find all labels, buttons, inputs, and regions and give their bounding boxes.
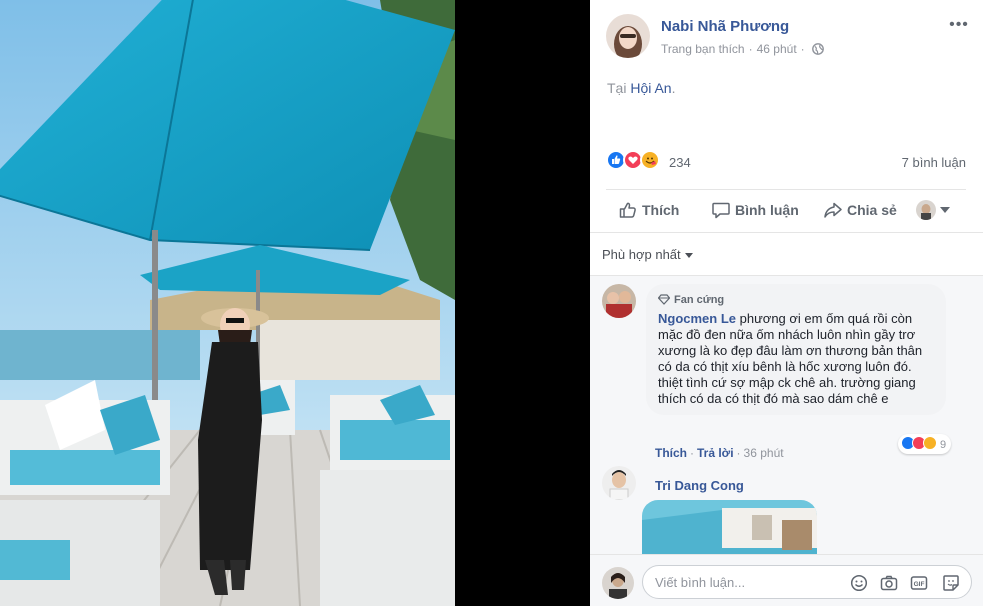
action-separator-2: · [736, 446, 741, 460]
like-label: Thích [642, 202, 680, 218]
post-header: Nabi Nhã Phương Trang bạn thích · 46 phút ·… [606, 14, 971, 62]
comment-photo[interactable] [642, 500, 817, 554]
like-button[interactable]: Thích [618, 200, 679, 220]
post-meta: Trang bạn thích · 46 phút · [661, 42, 824, 56]
comment-label: Bình luận [735, 202, 799, 218]
comment-reactions[interactable]: 9 [898, 434, 952, 454]
globe-icon [811, 43, 824, 55]
share-icon [824, 202, 842, 218]
post-text-suffix: . [671, 80, 676, 96]
meta-separator-2: · [800, 42, 805, 56]
comment-actions: Thích · Trả lời · 36 phút [655, 446, 784, 460]
chevron-down-icon [684, 253, 693, 259]
comment-item: Fan cứng Ngocmen Le phương ơi em ốm quá … [602, 284, 972, 464]
comment-like-link[interactable]: Thích [655, 446, 687, 460]
chevron-down-icon [940, 207, 950, 213]
post-text-prefix: Tại [607, 80, 631, 96]
camera-icon[interactable] [880, 574, 898, 592]
emoji-icon[interactable] [850, 574, 868, 592]
viewer-avatar [916, 200, 936, 220]
photo-divider [455, 0, 590, 606]
comment-count[interactable]: 7 bình luận [902, 155, 966, 170]
audience-label[interactable]: Trang bạn thích [661, 42, 745, 56]
author-avatar[interactable] [606, 14, 650, 58]
share-button[interactable]: Chia sẻ [823, 200, 897, 220]
commenter-name[interactable]: Ngocmen Le [658, 311, 736, 326]
commenter-avatar[interactable] [602, 466, 636, 500]
comment-icon [712, 202, 730, 219]
comment-item: Tri Dang Cong [602, 466, 972, 554]
commenter-name[interactable]: Tri Dang Cong [655, 478, 744, 493]
viewer-avatar [602, 567, 634, 599]
comment-reply-link[interactable]: Trả lời [697, 446, 734, 460]
meta-separator: · [748, 42, 753, 56]
comment-button[interactable]: Bình luận [711, 200, 799, 220]
top-fan-badge: Fan cứng [657, 292, 934, 308]
comment-composer: GIF [590, 554, 983, 606]
sort-label: Phù hợp nhất [602, 247, 681, 262]
badge-label: Fan cứng [674, 294, 725, 306]
diamond-icon [657, 294, 671, 305]
comment-reaction-count: 9 [940, 439, 947, 451]
share-audience-selector[interactable] [916, 200, 950, 220]
beach-cafe-photo [0, 0, 455, 606]
author-name[interactable]: Nabi Nhã Phương [661, 18, 789, 35]
post-text: Tại Hội An. [607, 80, 675, 96]
post-panel: Nabi Nhã Phương Trang bạn thích · 46 phút ·… [590, 0, 983, 606]
post-time[interactable]: 46 phút [757, 42, 797, 56]
more-options-button[interactable]: ••• [947, 16, 971, 40]
svg-text:GIF: GIF [914, 581, 925, 588]
reactions-summary: 234 7 bình luận [606, 150, 966, 174]
comment-bubble: Fan cứng Ngocmen Le phương ơi em ốm quá … [646, 284, 946, 415]
location-link[interactable]: Hội An [630, 80, 671, 96]
comment-sort-bar: Phù hợp nhất [590, 232, 983, 276]
comment-time[interactable]: 36 phút [744, 446, 784, 460]
action-bar: Thích Bình luận Chia sẻ [606, 189, 966, 229]
reaction-count[interactable]: 234 [669, 155, 691, 170]
care-reaction-icon [640, 150, 660, 170]
action-separator: · [690, 446, 694, 460]
share-label: Chia sẻ [847, 202, 897, 218]
haha-reaction-icon [923, 436, 937, 450]
post-photo[interactable] [0, 0, 455, 606]
like-icon [619, 202, 636, 218]
comments-list: Fan cứng Ngocmen Le phương ơi em ốm quá … [590, 276, 983, 554]
gif-icon[interactable]: GIF [910, 574, 928, 592]
sticker-icon[interactable] [942, 574, 960, 592]
sort-dropdown[interactable]: Phù hợp nhất [602, 247, 693, 262]
commenter-avatar[interactable] [602, 284, 636, 318]
